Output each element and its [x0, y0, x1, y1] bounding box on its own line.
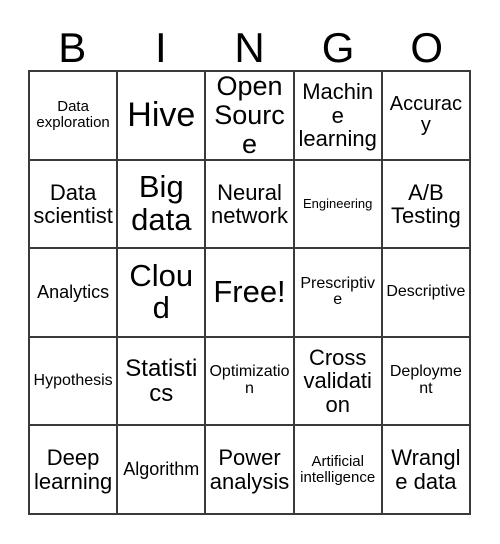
- bingo-cell[interactable]: Hive: [118, 72, 207, 161]
- bingo-cell-label: Statistics: [125, 354, 198, 408]
- bingo-cell[interactable]: Open Source: [206, 72, 295, 161]
- bingo-cell[interactable]: Data scientist: [30, 160, 119, 250]
- bingo-cell-label: Artificial intelligence: [300, 452, 376, 486]
- bingo-cell[interactable]: Statistics: [118, 337, 207, 427]
- bingo-cell[interactable]: A/B Testing: [382, 160, 471, 250]
- bingo-header-letter-g: G: [321, 24, 355, 71]
- bingo-cell[interactable]: Deep learning: [30, 426, 119, 515]
- bingo-grid: Data exploration Hive Open Source Machine l…: [28, 70, 471, 515]
- bingo-cell-label: Machine learning: [298, 79, 377, 151]
- bingo-cell[interactable]: Accuracy: [382, 72, 471, 161]
- bingo-cell[interactable]: Analytics: [30, 249, 119, 338]
- bingo-cell-label: A/B Testing: [391, 179, 461, 228]
- bingo-header-letter-i: I: [155, 24, 167, 71]
- bingo-cell-label: Big data: [131, 169, 192, 237]
- bingo-cell-label: Analytics: [37, 281, 110, 302]
- bingo-cell[interactable]: Power analysis: [206, 426, 295, 515]
- bingo-cell-label: Deployment: [389, 363, 462, 398]
- bingo-cell-label: Free!: [213, 274, 286, 310]
- bingo-cell-label: Descriptive: [386, 283, 466, 301]
- bingo-cell[interactable]: Cloud: [118, 249, 207, 338]
- bingo-cell[interactable]: Algorithm: [118, 426, 207, 515]
- bingo-cell-label: Cloud: [129, 257, 194, 326]
- bingo-cell[interactable]: Machine learning: [294, 72, 383, 161]
- bingo-cell[interactable]: Artificial intelligence: [294, 426, 383, 515]
- bingo-header-letter-n: N: [234, 24, 265, 71]
- bingo-cell-label: Engineering: [303, 196, 373, 211]
- bingo-header-letter-b: B: [58, 24, 87, 71]
- bingo-cell-label: Wrangle data: [391, 445, 461, 494]
- bingo-card: B I N G O Data exploration Hive Open Source Mac…: [0, 0, 500, 544]
- bingo-cell[interactable]: Descriptive: [382, 249, 471, 338]
- bingo-cell-label: Neural network: [210, 179, 289, 228]
- bingo-cell[interactable]: Hypothesis: [30, 337, 119, 427]
- bingo-cell-label: Hive: [127, 96, 196, 135]
- bingo-header-letter-o: O: [410, 24, 443, 71]
- bingo-cell[interactable]: Deployment: [382, 337, 471, 427]
- bingo-cell[interactable]: Wrangle data: [382, 426, 471, 515]
- bingo-cell-label: Cross validation: [303, 345, 372, 417]
- bingo-cell-label: Open Source: [214, 72, 285, 159]
- bingo-cell-label: Data exploration: [36, 98, 110, 132]
- bingo-cell[interactable]: Data exploration: [30, 72, 119, 161]
- bingo-cell-label: Prescriptive: [300, 274, 376, 309]
- bingo-cell-label: Optimization: [209, 363, 290, 398]
- bingo-free-space[interactable]: Free!: [206, 249, 295, 338]
- bingo-cell-label: Power analysis: [209, 445, 290, 494]
- bingo-cell-label: Deep learning: [33, 445, 113, 494]
- bingo-cell[interactable]: Prescriptive: [294, 249, 383, 338]
- bingo-cell[interactable]: Optimization: [206, 337, 295, 427]
- bingo-cell-label: Algorithm: [123, 459, 200, 480]
- bingo-cell-label: Accuracy: [389, 93, 463, 137]
- bingo-cell-label: Data scientist: [33, 179, 113, 228]
- bingo-header-row: BINGO: [28, 14, 471, 70]
- bingo-cell[interactable]: Cross validation: [294, 337, 383, 427]
- bingo-cell[interactable]: Engineering: [294, 160, 383, 250]
- bingo-cell[interactable]: Neural network: [206, 160, 295, 250]
- bingo-cell[interactable]: Big data: [118, 160, 207, 250]
- bingo-cell-label: Hypothesis: [33, 371, 113, 389]
